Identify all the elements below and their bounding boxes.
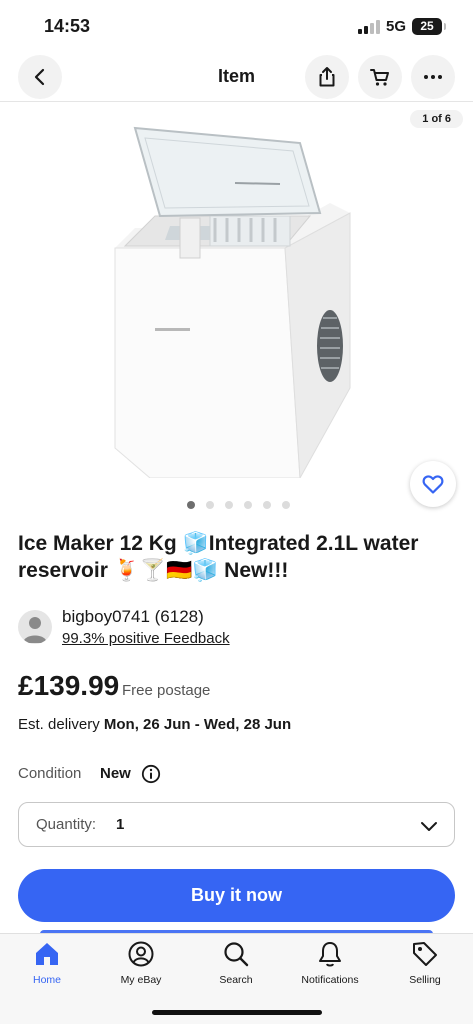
network-label: 5G [386,18,407,35]
home-indicator [152,1010,322,1015]
share-button[interactable] [305,55,349,99]
pagination-dot[interactable] [281,501,290,509]
tab-label: My eBay [120,974,162,986]
more-icon [424,75,442,79]
tab-notifications[interactable]: Notifications [285,940,375,986]
price: £139.99 [18,670,120,701]
bell-icon [319,942,341,967]
heart-icon [422,475,444,494]
tab-selling[interactable]: Selling [380,940,470,986]
tab-my-ebay[interactable]: My eBay [96,940,186,986]
product-image[interactable] [95,118,385,478]
pagination-dot[interactable] [224,501,233,509]
seller-info[interactable]: bigboy0741 (6128) 99.3% positive Feedbac… [18,604,458,652]
pagination-dot[interactable] [243,501,252,509]
user-icon [23,617,47,643]
tab-label: Notifications [301,974,359,986]
tab-home[interactable]: Home [2,940,92,986]
tab-search[interactable]: Search [191,940,281,986]
battery-icon: 25 [412,18,446,35]
share-icon [319,67,335,87]
quantity-select[interactable]: Quantity: 1 [18,802,455,847]
quantity-value: 1 [116,816,125,833]
pagination-dot[interactable] [262,501,271,509]
signal-icon [358,20,380,34]
buy-it-now-button[interactable]: Buy it now [18,869,455,922]
delivery-estimate: Est. delivery Mon, 26 Jun - Wed, 28 Jun [18,716,291,733]
more-button[interactable] [411,55,455,99]
cart-icon [370,69,389,86]
cart-button[interactable] [358,55,402,99]
seller-name[interactable]: bigboy0741 (6128) [62,607,204,627]
condition-label: Condition [18,765,82,782]
user-icon [128,941,154,967]
delivery-label: Est. delivery [18,716,100,733]
search-icon [224,942,249,967]
tab-label: Home [32,974,61,986]
quantity-label: Quantity: [36,816,97,833]
image-pagination[interactable] [0,501,473,509]
page-title: Item [217,66,255,86]
tag-icon [413,942,437,966]
seller-feedback-link[interactable]: 99.3% positive Feedback [62,630,230,647]
pagination-dot[interactable] [186,501,195,509]
listing-title: Ice Maker 12 Kg 🧊Integrated 2.1L water r… [18,532,419,582]
status-bar: 14:53 5G 25 [0,0,473,52]
tab-label: Search [219,974,253,986]
tab-label: Selling [409,974,441,986]
home-icon [36,943,58,965]
condition-value: New [100,765,131,782]
tab-bar: Home My eBay Search Notifications Sellin… [0,933,473,1024]
avatar[interactable] [18,610,52,644]
battery-level: 25 [420,19,434,33]
image-gallery[interactable]: 1 of 6 [0,103,473,523]
image-counter: 1 of 6 [410,110,463,128]
top-nav: Item [0,52,473,102]
delivery-dates: Mon, 26 Jun - Wed, 28 Jun [103,716,292,733]
info-icon[interactable] [141,764,161,784]
chevron-down-icon [421,822,437,831]
pagination-dot[interactable] [205,501,214,509]
postage: Free postage [122,682,211,699]
status-time: 14:53 [44,16,91,36]
